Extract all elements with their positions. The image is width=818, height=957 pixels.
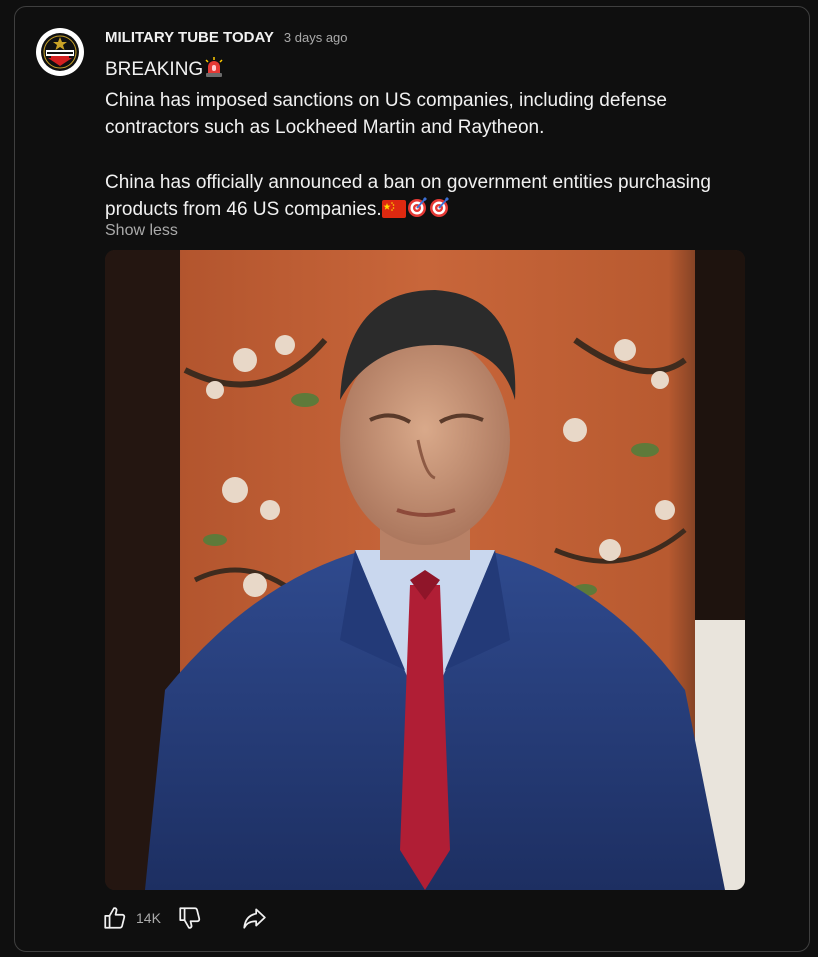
breaking-line: BREAKING — [105, 56, 765, 87]
post-body: BREAKING China has imposed sanctions on … — [105, 56, 765, 227]
like-button[interactable] — [100, 903, 130, 933]
target-icon — [406, 196, 428, 227]
post-paragraph-1: China has imposed sanctions on US compan… — [105, 89, 667, 139]
like-count: 14K — [136, 910, 161, 926]
dislike-button[interactable] — [175, 903, 205, 933]
thumbs-down-icon — [179, 907, 201, 929]
show-less-link[interactable]: Show less — [105, 222, 178, 240]
share-button[interactable] — [239, 903, 269, 933]
channel-name[interactable]: MILITARY TUBE TODAY — [105, 29, 274, 46]
post-paragraph-2-line: China has officially announced a ban on … — [105, 169, 765, 227]
post-photo — [105, 250, 745, 890]
breaking-label: BREAKING — [105, 59, 204, 80]
channel-logo-icon — [37, 29, 83, 75]
share-icon — [243, 908, 266, 929]
siren-icon — [203, 56, 225, 87]
thumbs-up-icon — [104, 907, 126, 929]
post-actions: 14K — [100, 903, 269, 933]
post-image[interactable] — [105, 250, 745, 890]
target-icon — [428, 196, 450, 227]
post-timestamp[interactable]: 3 days ago — [284, 30, 348, 45]
post-header: MILITARY TUBE TODAY 3 days ago — [105, 29, 348, 46]
china-flag-icon — [381, 199, 406, 227]
channel-avatar[interactable] — [36, 28, 84, 76]
